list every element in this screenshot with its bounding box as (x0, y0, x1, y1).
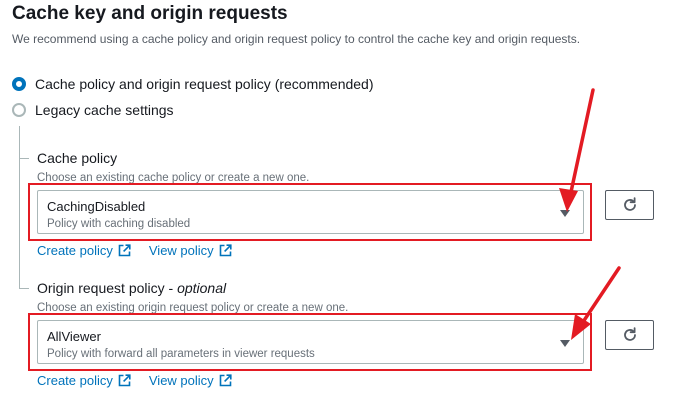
radio-label-recommended: Cache policy and origin request policy (… (35, 76, 374, 92)
create-cache-policy-link-label: Create policy (37, 242, 113, 258)
origin-request-policy-links: Create policy View policy (37, 371, 250, 389)
section-title: Cache key and origin requests (12, 3, 288, 24)
create-origin-request-policy-link-label: Create policy (37, 372, 113, 388)
section-description: We recommend using a cache policy and or… (12, 32, 581, 46)
view-origin-request-policy-link-label: View policy (148, 372, 214, 388)
origin-request-policy-select[interactable]: AllViewer Policy with forward all parame… (37, 320, 584, 364)
origin-request-policy-selected-value: AllViewer (47, 329, 101, 344)
create-origin-request-policy-link[interactable]: Create policy (37, 373, 131, 388)
radio-label-legacy: Legacy cache settings (35, 102, 174, 118)
refresh-icon (623, 197, 636, 211)
view-cache-policy-link[interactable]: View policy (149, 243, 232, 258)
cache-policy-select[interactable]: CachingDisabled Policy with caching disa… (37, 190, 584, 234)
cache-policy-links: Create policy View policy (37, 241, 250, 259)
optional-suffix: optional (177, 280, 227, 296)
origin-request-policy-label-text: Origin request policy (37, 280, 165, 296)
view-cache-policy-link-label: View policy (148, 242, 214, 258)
origin-request-policy-label: Origin request policy - optional (37, 280, 227, 296)
external-link-icon (118, 373, 131, 386)
cache-policy-label: Cache policy (37, 150, 118, 166)
tree-branch-cache (19, 158, 29, 159)
external-link-icon (219, 243, 232, 256)
refresh-origin-request-policy-button[interactable] (605, 320, 654, 350)
create-cache-policy-link[interactable]: Create policy (37, 243, 131, 258)
radio-selected-indicator[interactable] (12, 77, 26, 91)
radio-option-legacy[interactable]: Legacy cache settings (12, 100, 174, 120)
caret-down-icon[interactable] (560, 210, 570, 217)
cache-policy-selected-value: CachingDisabled (47, 199, 146, 214)
refresh-cache-policy-button[interactable] (605, 190, 654, 220)
view-origin-request-policy-link[interactable]: View policy (149, 373, 232, 388)
origin-request-policy-selected-description: Policy with forward all parameters in vi… (47, 348, 315, 360)
external-link-icon (219, 373, 232, 386)
refresh-icon (623, 327, 636, 341)
origin-request-policy-description: Choose an existing origin request policy… (37, 302, 349, 314)
tree-branch-origin (19, 288, 29, 289)
cache-policy-selected-description: Policy with caching disabled (47, 218, 191, 230)
external-link-icon (118, 243, 131, 256)
cache-policy-description: Choose an existing cache policy or creat… (37, 172, 310, 184)
radio-unselected-indicator[interactable] (12, 103, 26, 117)
caret-down-icon[interactable] (560, 340, 570, 347)
radio-option-recommended[interactable]: Cache policy and origin request policy (… (12, 74, 374, 94)
tree-connector-line (19, 126, 20, 288)
